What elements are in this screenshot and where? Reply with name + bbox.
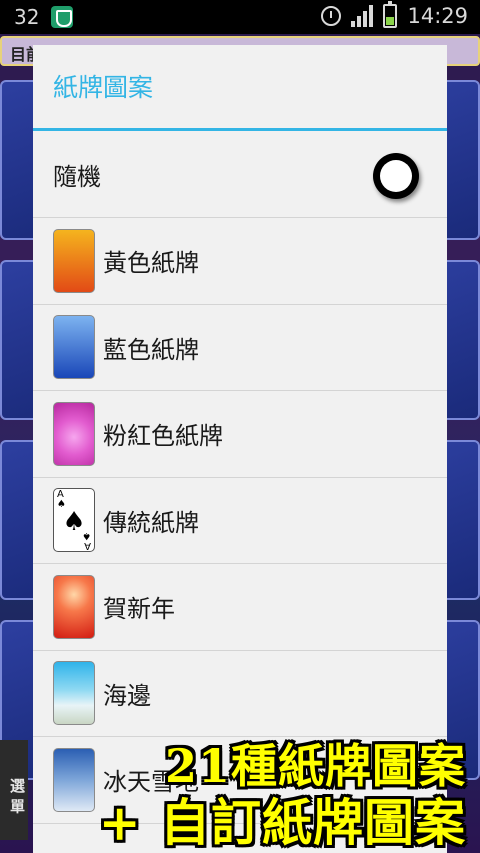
notification-count: 32 <box>14 5 40 29</box>
alarm-icon <box>321 6 342 26</box>
dialog-title: 紙牌圖案 <box>33 45 447 131</box>
beach-card-icon <box>53 661 95 726</box>
option-pink-card[interactable]: 粉紅色紙牌 <box>33 391 447 478</box>
option-label: 海邊 <box>103 681 151 710</box>
snow-card-icon <box>53 747 95 812</box>
option-label: 粉紅色紙牌 <box>103 422 223 451</box>
option-label: 藍色紙牌 <box>103 335 199 364</box>
shield-app-icon <box>51 6 74 28</box>
clock: 14:29 <box>407 4 468 28</box>
pink-card-icon <box>53 401 95 466</box>
option-label: 賀新年 <box>103 595 175 624</box>
blue-card-icon <box>53 315 95 380</box>
promo-line-2: + 自訂紙牌圖案 <box>98 793 466 852</box>
option-blue-card[interactable]: 藍色紙牌 <box>33 305 447 391</box>
signal-icon <box>351 5 374 27</box>
background-menu-button[interactable]: 選 單 <box>0 740 28 840</box>
spade-card-icon: A ♠ ♠ A ♠ <box>53 488 95 553</box>
background-menu-label: 選 單 <box>8 778 26 814</box>
option-random[interactable]: 隨機 <box>33 131 447 218</box>
yellow-card-icon <box>53 228 95 293</box>
option-new-year-card[interactable]: 賀新年 <box>33 564 447 651</box>
option-yellow-card[interactable]: 黃色紙牌 <box>33 218 447 305</box>
option-label: 隨機 <box>53 162 101 191</box>
status-bar: 32 14:29 <box>0 0 480 34</box>
radio-selected-icon[interactable] <box>373 153 419 199</box>
option-classic-card[interactable]: A ♠ ♠ A ♠ 傳統紙牌 <box>33 478 447 564</box>
battery-icon <box>383 1 398 28</box>
option-beach-card[interactable]: 海邊 <box>33 651 447 737</box>
firework-card-icon <box>53 574 95 639</box>
option-label: 傳統紙牌 <box>103 508 199 537</box>
option-label: 黃色紙牌 <box>103 249 199 278</box>
